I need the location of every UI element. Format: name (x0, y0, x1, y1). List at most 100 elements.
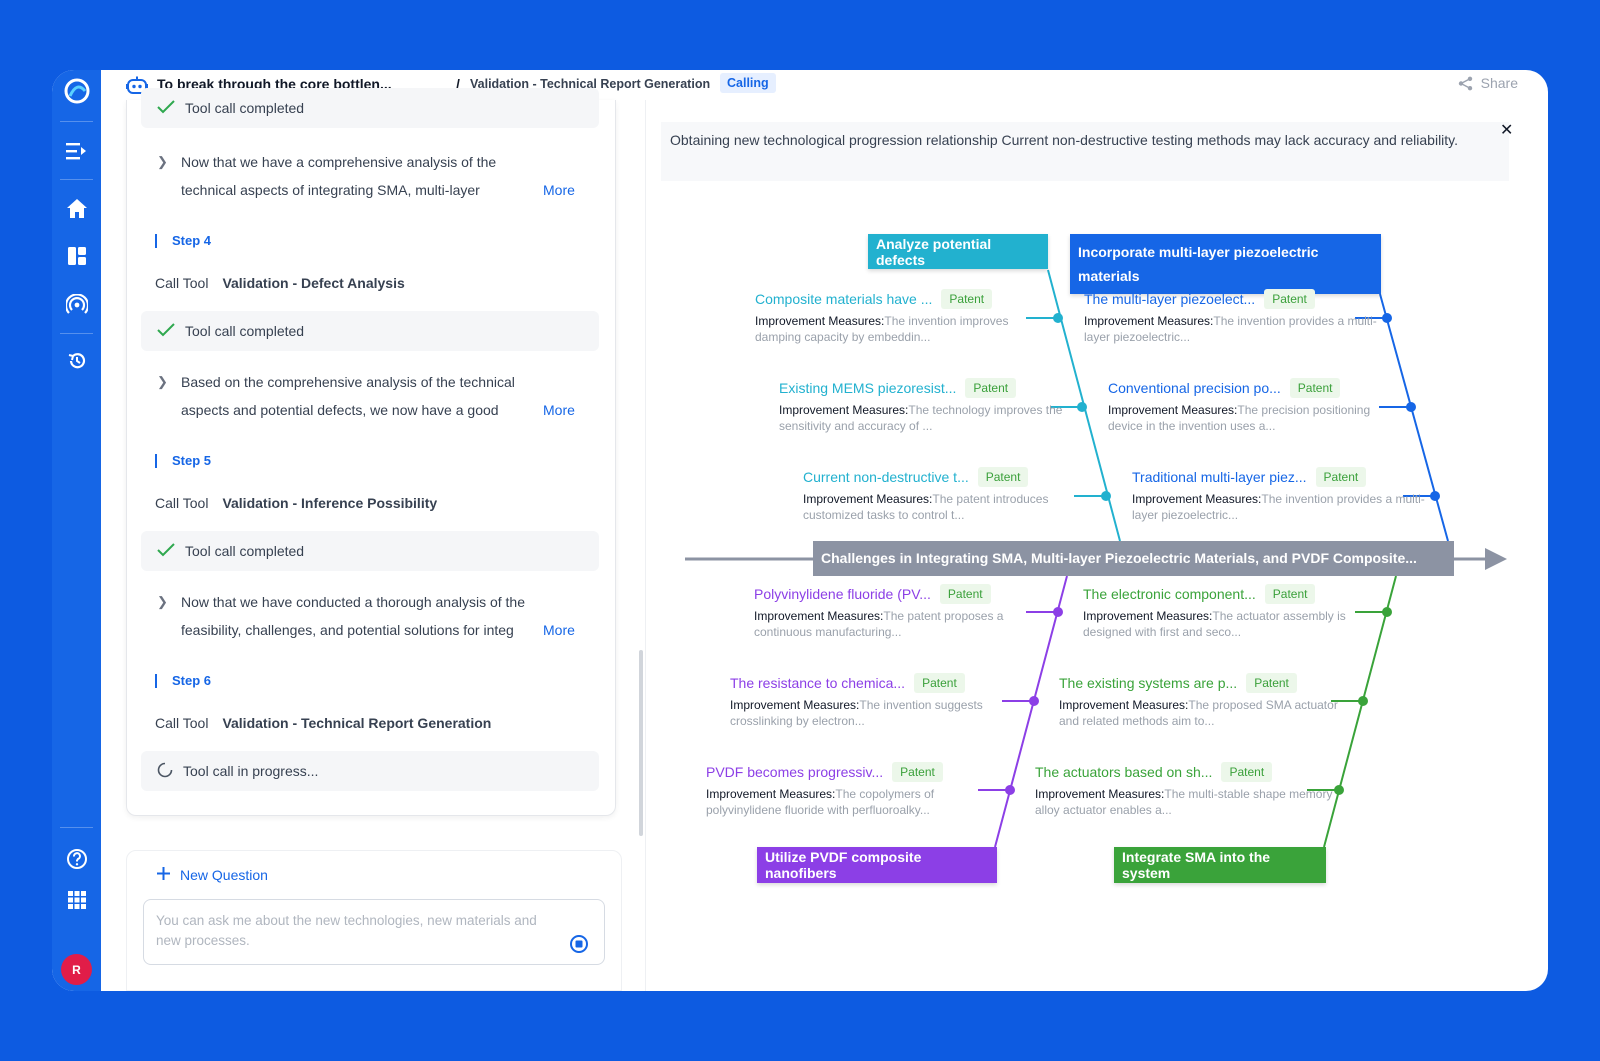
apps-grid-icon[interactable] (52, 882, 101, 918)
patent-node[interactable]: PVDF becomes progressiv... Patent Improve… (706, 762, 1006, 818)
chevron-right-icon[interactable]: ❯ (157, 588, 168, 616)
sidebar: R (52, 70, 101, 991)
call-tool-row: Call ToolValidation - Inference Possibil… (155, 495, 437, 511)
composer: New Question (126, 850, 622, 991)
category-piezoelectric[interactable]: Incorporate multi-layer piezoelectric ma… (1070, 234, 1381, 294)
call-tool-row: Call ToolValidation - Technical Report G… (155, 715, 491, 731)
avatar[interactable]: R (61, 954, 92, 985)
patent-tag: Patent (1246, 673, 1297, 693)
patent-node[interactable]: The electronic component... Patent Improv… (1083, 584, 1383, 640)
dashboard-icon[interactable] (52, 238, 101, 274)
tool-status-completed: Tool call completed (141, 531, 599, 571)
patent-title[interactable]: The resistance to chemica... (730, 674, 905, 692)
patent-title[interactable]: Composite materials have ... (755, 290, 932, 308)
patent-desc: Improvement Measures:The invention provi… (1132, 491, 1432, 523)
check-icon (157, 100, 175, 117)
patent-desc: Improvement Measures:The precision posit… (1108, 402, 1408, 434)
call-tool-row: Call ToolValidation - Defect Analysis (155, 275, 405, 291)
patent-desc: Improvement Measures:The technology impr… (779, 402, 1079, 434)
patent-desc: Improvement Measures:The patent introduc… (803, 491, 1103, 523)
patent-node[interactable]: The existing systems are p... Patent Impr… (1059, 673, 1359, 729)
menu-toggle-icon[interactable] (52, 133, 101, 169)
step-label: Step 5 (155, 454, 211, 468)
patent-desc: Improvement Measures:The invention provi… (1084, 313, 1384, 345)
question-input[interactable] (156, 911, 556, 957)
patent-node[interactable]: The multi-layer piezoelect... Patent Impr… (1084, 289, 1384, 345)
problem-statement[interactable]: Challenges in Integrating SMA, Multi-lay… (813, 541, 1454, 576)
patent-tag: Patent (940, 584, 991, 604)
patent-title[interactable]: Polyvinylidene fluoride (PV... (754, 585, 931, 603)
patent-tag: Patent (892, 762, 943, 782)
patent-node[interactable]: Polyvinylidene fluoride (PV... Patent Imp… (754, 584, 1054, 640)
patent-tag: Patent (1221, 762, 1272, 782)
share-label: Share (1481, 75, 1518, 91)
patent-node[interactable]: Conventional precision po... Patent Impro… (1108, 378, 1408, 434)
patent-title[interactable]: Current non-destructive t... (803, 468, 969, 486)
patent-tag: Patent (1264, 289, 1315, 309)
patent-desc: Improvement Measures:The multi-stable sh… (1035, 786, 1335, 818)
patent-title[interactable]: The multi-layer piezoelect... (1084, 290, 1255, 308)
check-icon (157, 323, 175, 340)
diagram-panel: Obtaining new technological progression … (646, 100, 1548, 991)
new-question-label: New Question (180, 867, 268, 883)
tool-name: Validation - Technical Report Generation (222, 715, 491, 731)
patent-title[interactable]: PVDF becomes progressiv... (706, 763, 883, 781)
question-input-box (143, 899, 605, 965)
broadcast-icon[interactable] (52, 287, 101, 323)
category-integrate-sma[interactable]: Integrate SMA into the system (1114, 847, 1326, 883)
patent-desc: Improvement Measures:The invention impro… (755, 313, 1055, 345)
patent-node[interactable]: Composite materials have ... Patent Impro… (755, 289, 1055, 345)
more-link[interactable]: More (537, 616, 575, 644)
patent-tag: Patent (1265, 584, 1316, 604)
step-label: Step 6 (155, 674, 211, 688)
spinner-icon (157, 762, 173, 781)
chevron-right-icon[interactable]: ❯ (157, 148, 168, 176)
patent-title[interactable]: Existing MEMS piezoresist... (779, 379, 956, 397)
patent-node[interactable]: The resistance to chemica... Patent Impro… (730, 673, 1030, 729)
patent-node[interactable]: Existing MEMS piezoresist... Patent Impro… (779, 378, 1079, 434)
patent-title[interactable]: Traditional multi-layer piez... (1132, 468, 1307, 486)
patent-node[interactable]: Traditional multi-layer piez... Patent Im… (1132, 467, 1432, 523)
check-icon (157, 543, 175, 560)
patent-tag: Patent (965, 378, 1016, 398)
patent-title[interactable]: The electronic component... (1083, 585, 1256, 603)
patent-tag: Patent (941, 289, 992, 309)
send-icon[interactable] (569, 934, 589, 959)
step-label: Step 4 (155, 234, 211, 248)
share-button[interactable]: Share (1458, 75, 1518, 91)
tool-name: Validation - Defect Analysis (222, 275, 404, 291)
chat-scrollbar[interactable] (639, 650, 643, 836)
plus-icon (157, 867, 170, 883)
patent-desc: Improvement Measures:The actuator assemb… (1083, 608, 1383, 640)
tool-status-completed: Tool call completed (141, 311, 599, 351)
patent-title[interactable]: The actuators based on sh... (1035, 763, 1212, 781)
tool-status-completed: Tool call completed (141, 88, 599, 128)
help-icon[interactable] (52, 841, 101, 877)
status-badge: Calling (720, 73, 776, 93)
patent-desc: Improvement Measures:The patent proposes… (754, 608, 1054, 640)
patent-desc: Improvement Measures:The copolymers of p… (706, 786, 1006, 818)
patent-title[interactable]: The existing systems are p... (1059, 674, 1237, 692)
more-link[interactable]: More (537, 396, 575, 424)
patent-tag: Patent (978, 467, 1029, 487)
patent-tag: Patent (1316, 467, 1367, 487)
share-icon (1458, 76, 1473, 91)
new-question-button[interactable]: New Question (157, 867, 268, 883)
app-window: R To break through the core bottlen... /… (52, 70, 1548, 991)
more-link[interactable]: More (537, 176, 575, 204)
category-analyze-defects[interactable]: Analyze potential defects (868, 234, 1048, 269)
chat-history: Tool call completed ❯ Now that we have a… (126, 100, 616, 816)
patent-title[interactable]: Conventional precision po... (1108, 379, 1281, 397)
chevron-right-icon[interactable]: ❯ (157, 368, 168, 396)
logo-icon[interactable] (52, 73, 101, 109)
home-icon[interactable] (52, 190, 101, 226)
patent-tag: Patent (1290, 378, 1341, 398)
history-icon[interactable] (52, 343, 101, 379)
patent-tag: Patent (914, 673, 965, 693)
patent-desc: Improvement Measures:The proposed SMA ac… (1059, 697, 1359, 729)
patent-node[interactable]: The actuators based on sh... Patent Impro… (1035, 762, 1335, 818)
patent-desc: Improvement Measures:The invention sugge… (730, 697, 1030, 729)
tool-name: Validation - Inference Possibility (222, 495, 437, 511)
category-pvdf-nanofibers[interactable]: Utilize PVDF composite nanofibers (757, 847, 997, 883)
patent-node[interactable]: Current non-destructive t... Patent Impro… (803, 467, 1103, 523)
